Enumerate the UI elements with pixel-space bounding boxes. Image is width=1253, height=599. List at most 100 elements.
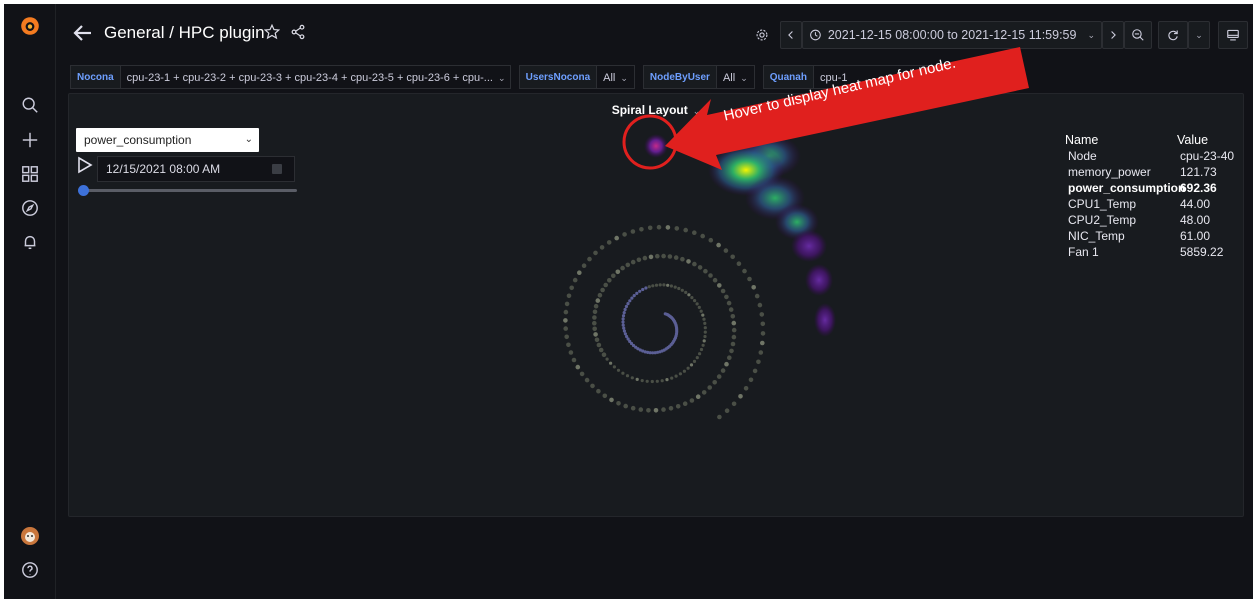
spiral-node-dot[interactable] xyxy=(575,364,581,370)
spiral-node-dot[interactable] xyxy=(673,255,679,260)
chevron-right-icon[interactable] xyxy=(1102,21,1124,49)
spiral-node-dot[interactable] xyxy=(703,326,707,330)
spiral-node-dot[interactable] xyxy=(686,366,690,370)
spiral-node-dot[interactable] xyxy=(743,386,749,391)
spiral-node-dot[interactable] xyxy=(724,361,729,367)
spiral-node-dot[interactable] xyxy=(587,256,592,262)
spiral-node-dot[interactable] xyxy=(708,237,714,243)
spiral-node-dot[interactable] xyxy=(581,263,587,268)
spiral-node-dot[interactable] xyxy=(630,229,636,234)
zoom-out-icon[interactable] xyxy=(1124,21,1152,49)
spiral-node-dot[interactable] xyxy=(684,290,688,294)
spiral-node-dot[interactable] xyxy=(593,250,598,256)
search-icon[interactable] xyxy=(14,89,46,121)
spiral-node-dot[interactable] xyxy=(660,379,664,383)
spiral-node-dot[interactable] xyxy=(648,254,654,260)
spiral-node-dot[interactable] xyxy=(616,368,621,372)
star-icon[interactable] xyxy=(263,23,282,42)
spiral-node-dot[interactable] xyxy=(683,227,688,233)
spiral-node-dot[interactable] xyxy=(596,342,602,348)
spiral-node-dot[interactable] xyxy=(668,406,674,411)
spiral-node-dot[interactable] xyxy=(630,296,634,300)
spiral-node-dot[interactable] xyxy=(680,256,685,262)
settings-icon[interactable] xyxy=(748,21,776,49)
spiral-node-dot[interactable] xyxy=(635,377,639,381)
spiral-node-dot[interactable] xyxy=(621,323,625,327)
spiral-node-dot[interactable] xyxy=(697,265,703,270)
spiral-node-dot[interactable] xyxy=(665,225,671,230)
spiral-node-dot[interactable] xyxy=(686,259,691,264)
spiral-node-dot[interactable] xyxy=(646,408,651,413)
spiral-node-dot[interactable] xyxy=(597,292,603,298)
spiral-node-dot[interactable] xyxy=(666,283,670,287)
spiral-node-dot[interactable] xyxy=(622,232,627,237)
spiral-node-dot[interactable] xyxy=(703,330,707,334)
spiral-node-dot[interactable] xyxy=(742,268,747,274)
spiral-node-dot[interactable] xyxy=(680,288,684,292)
spiral-node-dot[interactable] xyxy=(727,355,732,361)
spiral-node-dot[interactable] xyxy=(572,277,578,283)
spiral-node-dot[interactable] xyxy=(653,408,659,413)
spiral-node-dot[interactable] xyxy=(595,298,601,303)
spiral-node-dot[interactable] xyxy=(667,254,673,259)
spiral-node-dot[interactable] xyxy=(661,407,666,412)
spiral-node-dot[interactable] xyxy=(569,285,574,291)
refresh-interval-dropdown[interactable]: ⌄ xyxy=(1188,21,1210,49)
spiral-node-dot[interactable] xyxy=(712,380,717,385)
spiral-node-dot[interactable] xyxy=(639,227,644,232)
spiral-node-dot[interactable] xyxy=(642,255,648,261)
spiral-node-dot[interactable] xyxy=(752,368,758,374)
back-arrow-icon[interactable] xyxy=(72,22,94,44)
spiral-node-dot[interactable] xyxy=(594,337,600,343)
spiral-node-dot[interactable] xyxy=(590,383,595,389)
spiral-node-dot[interactable] xyxy=(563,309,569,315)
spiral-node-dot[interactable] xyxy=(677,286,681,291)
time-range-picker[interactable]: 2021-12-15 08:00:00 to 2021-12-15 11:59:… xyxy=(802,21,1102,49)
spiral-node-dot[interactable] xyxy=(701,390,707,395)
spiral-node-dot[interactable] xyxy=(638,289,642,293)
spiral-node-dot[interactable] xyxy=(638,407,644,412)
spiral-node-dot[interactable] xyxy=(760,331,766,336)
spiral-node-dot[interactable] xyxy=(674,374,678,378)
spiral-node-dot[interactable] xyxy=(621,317,625,321)
spiral-node-dot[interactable] xyxy=(651,284,655,288)
spiral-node-dot[interactable] xyxy=(654,283,659,287)
spiral-node-dot[interactable] xyxy=(592,309,598,315)
spiral-node-dot[interactable] xyxy=(577,270,582,275)
spiral-node-dot[interactable] xyxy=(716,242,721,248)
spiral-node-dot[interactable] xyxy=(655,253,660,259)
plus-icon[interactable] xyxy=(14,124,46,156)
spiral-node-dot[interactable] xyxy=(717,283,722,288)
spiral-node-dot[interactable] xyxy=(592,320,597,326)
spiral-node-dot[interactable] xyxy=(563,318,568,323)
spiral-node-dot[interactable] xyxy=(611,273,616,279)
variable-select-nocona[interactable]: cpu-23-1 + cpu-23-2 + cpu-23-3 + cpu-23-… xyxy=(120,65,511,89)
spiral-node-dot[interactable] xyxy=(596,388,601,394)
alerting-icon[interactable] xyxy=(14,226,46,258)
spiral-node-dot[interactable] xyxy=(623,332,628,336)
spiral-node-dot[interactable] xyxy=(712,277,718,283)
spiral-node-dot[interactable] xyxy=(630,259,636,265)
spiral-node-dot[interactable] xyxy=(716,374,722,379)
spiral-node-dot[interactable] xyxy=(700,233,705,239)
spiral-node-dot[interactable] xyxy=(697,305,701,309)
spiral-node-dot[interactable] xyxy=(584,377,590,383)
spiral-node-dot[interactable] xyxy=(703,321,707,325)
tv-mode-icon[interactable] xyxy=(1218,21,1248,49)
spiral-node-dot[interactable] xyxy=(650,379,654,384)
spiral-node-dot[interactable] xyxy=(661,253,666,259)
spiral-node-dot[interactable] xyxy=(644,286,648,290)
variable-select-usersnocona[interactable]: All ⌄ xyxy=(597,65,635,89)
spiral-node-dot[interactable] xyxy=(621,371,625,375)
spiral-node-dot[interactable] xyxy=(698,352,702,356)
spiral-node-dot[interactable] xyxy=(678,372,683,376)
spiral-node-dot[interactable] xyxy=(695,394,701,400)
spiral-node-dot[interactable] xyxy=(703,268,708,274)
spiral-node-dot[interactable] xyxy=(687,293,691,297)
spiral-node-dot[interactable] xyxy=(630,405,636,411)
spiral-node-dot[interactable] xyxy=(592,326,597,332)
spiral-node-dot[interactable] xyxy=(647,225,653,231)
spiral-node-dot[interactable] xyxy=(699,347,704,352)
spiral-node-dot[interactable] xyxy=(609,361,613,365)
spiral-node-dot[interactable] xyxy=(566,293,572,299)
